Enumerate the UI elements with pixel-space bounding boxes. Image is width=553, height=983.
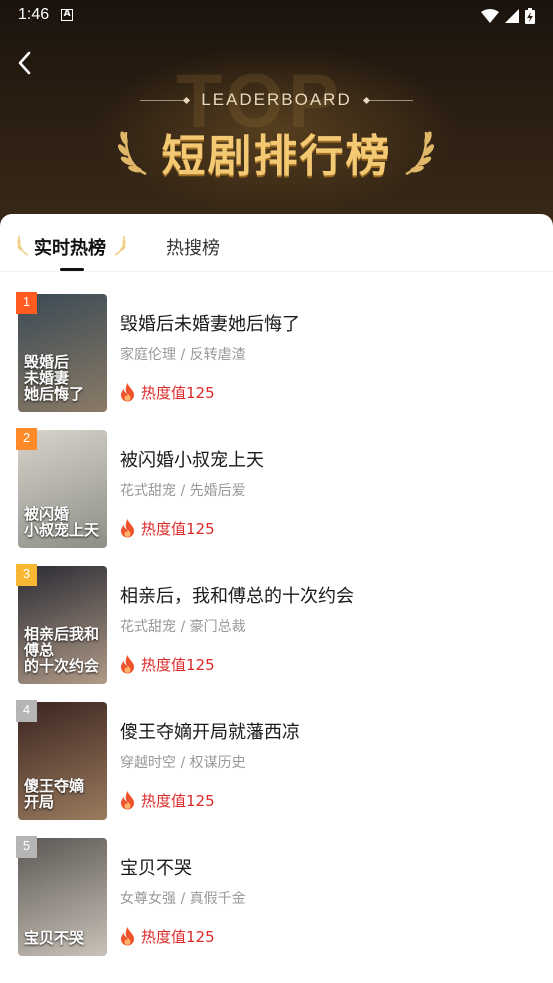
drama-title: 傻王夺嫡开局就藩西凉 (120, 722, 300, 743)
rank-badge: 1 (16, 292, 37, 314)
drama-tags: 花式甜宠 / 先婚后爱 (120, 483, 246, 499)
leaderboard-header: 1:46 A TOP LEADERBOARD 短剧排行榜 (0, 0, 553, 240)
back-button[interactable] (10, 48, 40, 78)
rank-badge: 2 (16, 428, 37, 450)
heat-text: 热度值125 (141, 656, 215, 674)
status-time: 1:46 (18, 6, 50, 23)
tab-realtime-hot[interactable]: 实时热榜 (34, 234, 106, 260)
poster-title-art: 相亲后我和傅总 的十次约会 (24, 625, 100, 675)
drama-title: 毁婚后未婚妻她后悔了 (120, 314, 300, 335)
heat-text: 热度值125 (141, 384, 215, 402)
heat-value: 热度值125 (120, 654, 215, 675)
rank-badge: 5 (16, 836, 37, 858)
ranking-item[interactable]: 傻王夺嫡 开局 4 傻王夺嫡开局就藩西凉穿越时空 / 权谋历史热度值125 (0, 700, 553, 838)
active-tab-indicator (60, 268, 84, 271)
poster-title-art: 傻王夺嫡 开局 (24, 777, 85, 811)
laurel-right-icon (405, 131, 434, 176)
drama-tags: 女尊女强 / 真假千金 (120, 891, 246, 907)
tab-bar: 实时热榜 热搜榜 (0, 214, 553, 272)
drama-title: 宝贝不哭 (120, 858, 192, 879)
drama-tags: 穿越时空 / 权谋历史 (120, 755, 246, 771)
chevron-left-icon (18, 51, 31, 75)
poster-title-art: 被闪婚 小叔宠上天 (24, 505, 100, 539)
tab-laurel-left-icon (17, 235, 29, 256)
leaderboard-subtitle: LEADERBOARD (201, 90, 352, 109)
drama-tags: 家庭伦理 / 反转虐渣 (120, 347, 246, 363)
ranking-item[interactable]: 毁婚后 未婚妻 她后悔了 1 毁婚后未婚妻她后悔了家庭伦理 / 反转虐渣热度值125 (0, 292, 553, 430)
heat-value: 热度值125 (120, 382, 215, 403)
heat-text: 热度值125 (141, 792, 215, 810)
drama-title: 相亲后，我和傅总的十次约会 (120, 586, 354, 607)
rank-badge: 3 (16, 564, 37, 586)
wifi-icon (481, 9, 499, 23)
ranking-item[interactable]: 宝贝不哭 5 宝贝不哭 女尊女强 / 真假千金 热度值125 (0, 836, 553, 974)
page-title: 短剧排行榜 (161, 131, 392, 182)
heat-value: 热度值125 (120, 926, 215, 947)
ranking-item[interactable]: 相亲后我和傅总 的十次约会 3 相亲后，我和傅总的十次约会花式甜宠 / 豪门总裁热度… (0, 564, 553, 702)
drama-tags: 花式甜宠 / 豪门总裁 (120, 619, 246, 635)
tab-hot-search[interactable]: 热搜榜 (166, 234, 220, 260)
drama-title: 被闪婚小叔宠上天 (120, 450, 264, 471)
poster-title-art: 毁婚后 未婚妻 她后悔了 (24, 353, 85, 403)
divider (369, 100, 413, 101)
heat-value: 热度值125 (120, 790, 215, 811)
notification-icon: A (61, 9, 74, 21)
rank-badge: 4 (16, 700, 37, 722)
flame-icon (121, 519, 134, 538)
heat-text: 热度值125 (141, 928, 215, 946)
tab-laurel-right-icon (114, 235, 126, 256)
heat-value: 热度值125 (120, 518, 215, 539)
ranking-item[interactable]: 被闪婚 小叔宠上天 2 被闪婚小叔宠上天花式甜宠 / 先婚后爱热度值125 (0, 428, 553, 566)
flame-icon (121, 655, 134, 674)
status-bar: 1:46 A (0, 0, 553, 30)
flame-icon (121, 927, 134, 946)
flame-icon (121, 383, 134, 402)
flame-icon (121, 791, 134, 810)
poster-title-art: 宝贝不哭 (24, 929, 85, 947)
signal-icon (505, 9, 519, 23)
heat-text: 热度值125 (141, 520, 215, 538)
battery-icon (525, 8, 535, 24)
